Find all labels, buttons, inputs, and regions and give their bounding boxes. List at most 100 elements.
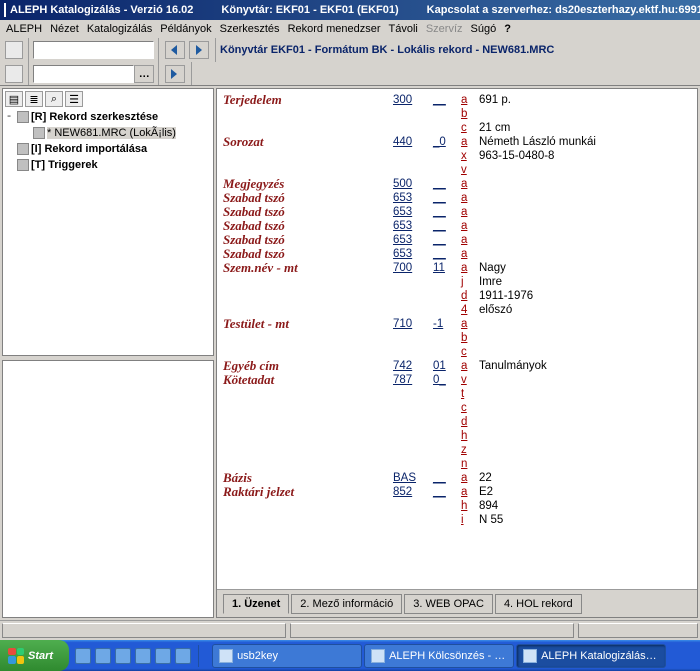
field-value[interactable]: 691 p.	[479, 93, 691, 107]
field-indicator[interactable]: __	[433, 191, 461, 205]
field-indicator[interactable]: __	[433, 219, 461, 233]
field-tag[interactable]: 653	[393, 205, 433, 219]
field-indicator[interactable]	[433, 331, 461, 345]
menu-help-item[interactable]: ?	[504, 23, 511, 35]
field-value[interactable]	[479, 317, 691, 331]
field-subfield[interactable]: a	[461, 247, 479, 261]
field-tag[interactable]	[393, 345, 433, 359]
field-tag[interactable]	[393, 303, 433, 317]
field-indicator[interactable]	[433, 401, 461, 415]
taskbar-task[interactable]: usb2key	[212, 644, 362, 668]
field-value[interactable]: 21 cm	[479, 121, 691, 135]
field-tag[interactable]	[393, 387, 433, 401]
record-row[interactable]: h894	[223, 499, 691, 513]
field-value[interactable]	[479, 163, 691, 177]
record-row[interactable]: jImre	[223, 275, 691, 289]
field-value[interactable]: Tanulmányok	[479, 359, 691, 373]
field-tag[interactable]	[393, 499, 433, 513]
field-tag[interactable]	[393, 457, 433, 471]
record-area[interactable]: Terjedelem300__a691 p.bc21 cmSorozat440_…	[217, 89, 697, 589]
menu-nezet-item[interactable]: Nézet	[50, 23, 79, 35]
field-subfield[interactable]: x	[461, 149, 479, 163]
tree-node[interactable]: [I] Rekord importálása	[3, 141, 213, 157]
record-row[interactable]: b	[223, 331, 691, 345]
record-row[interactable]: n	[223, 457, 691, 471]
tree-tool-3[interactable]: ⌕	[45, 91, 63, 107]
ql-icon-5[interactable]	[155, 648, 171, 664]
field-value[interactable]	[479, 219, 691, 233]
field-value[interactable]: 963-15-0480-8	[479, 149, 691, 163]
field-value[interactable]: 22	[479, 471, 691, 485]
quick-input-1[interactable]	[34, 42, 153, 58]
field-subfield[interactable]: a	[461, 471, 479, 485]
record-row[interactable]: Szabad tszó653__a	[223, 233, 691, 247]
record-row[interactable]: c	[223, 401, 691, 415]
quick-input-2[interactable]	[34, 66, 133, 82]
tool-blank-2[interactable]	[5, 65, 23, 83]
field-value[interactable]: előszó	[479, 303, 691, 317]
field-subfield[interactable]: a	[461, 177, 479, 191]
field-tag[interactable]: 653	[393, 233, 433, 247]
field-indicator[interactable]	[433, 121, 461, 135]
field-subfield[interactable]: a	[461, 191, 479, 205]
record-row[interactable]: b	[223, 107, 691, 121]
field-indicator[interactable]: __	[433, 205, 461, 219]
field-value[interactable]	[479, 177, 691, 191]
field-value[interactable]: 894	[479, 499, 691, 513]
record-row[interactable]: x963-15-0480-8	[223, 149, 691, 163]
field-indicator[interactable]	[433, 443, 461, 457]
field-tag[interactable]	[393, 331, 433, 345]
tab-uzenet[interactable]: 1. Üzenet	[223, 594, 289, 614]
field-value[interactable]	[479, 401, 691, 415]
field-value[interactable]	[479, 429, 691, 443]
record-row[interactable]: Testület - mt710-1a	[223, 317, 691, 331]
field-subfield[interactable]: i	[461, 513, 479, 527]
field-tag[interactable]	[393, 401, 433, 415]
tab-hol-rekord[interactable]: 4. HOL rekord	[495, 594, 582, 614]
field-tag[interactable]: 787	[393, 373, 433, 387]
field-tag[interactable]	[393, 289, 433, 303]
field-tag[interactable]: 653	[393, 219, 433, 233]
field-subfield[interactable]: a	[461, 317, 479, 331]
field-subfield[interactable]: a	[461, 205, 479, 219]
ql-icon-3[interactable]	[115, 648, 131, 664]
field-value[interactable]: Nagy	[479, 261, 691, 275]
tree-node[interactable]: * NEW681.MRC (LokÃ¡lis)	[3, 125, 213, 141]
record-row[interactable]: c	[223, 345, 691, 359]
field-value[interactable]	[479, 107, 691, 121]
field-indicator[interactable]	[433, 387, 461, 401]
field-indicator[interactable]: __	[433, 233, 461, 247]
ql-icon-4[interactable]	[135, 648, 151, 664]
record-row[interactable]: t	[223, 387, 691, 401]
menu-peldanyok-item[interactable]: Példányok	[160, 23, 211, 35]
tree-tool-4[interactable]: ☰	[65, 91, 83, 107]
field-value[interactable]: Imre	[479, 275, 691, 289]
field-tag[interactable]: 700	[393, 261, 433, 275]
record-row[interactable]: Egyéb cím74201aTanulmányok	[223, 359, 691, 373]
ql-icon-2[interactable]	[95, 648, 111, 664]
tool-blank-1[interactable]	[5, 41, 23, 59]
menu-katalogizalas-item[interactable]: Katalogizálás	[87, 23, 152, 35]
record-row[interactable]: Raktári jelzet852__aE2	[223, 485, 691, 499]
field-indicator[interactable]	[433, 415, 461, 429]
field-indicator[interactable]	[433, 457, 461, 471]
field-subfield[interactable]: z	[461, 443, 479, 457]
field-indicator[interactable]: __	[433, 485, 461, 499]
field-tag[interactable]: BAS	[393, 471, 433, 485]
field-tag[interactable]: 500	[393, 177, 433, 191]
tree-node[interactable]: [T] Triggerek	[3, 157, 213, 173]
record-row[interactable]: Szabad tszó653__a	[223, 191, 691, 205]
field-indicator[interactable]	[433, 107, 461, 121]
field-subfield[interactable]: c	[461, 401, 479, 415]
record-row[interactable]: d1911-1976	[223, 289, 691, 303]
field-indicator[interactable]: __	[433, 471, 461, 485]
record-row[interactable]: BázisBAS__a22	[223, 471, 691, 485]
field-subfield[interactable]: h	[461, 499, 479, 513]
field-indicator[interactable]	[433, 149, 461, 163]
menu-szerviz-item[interactable]: Szervíz	[426, 23, 463, 35]
field-value[interactable]	[479, 345, 691, 359]
field-indicator[interactable]: __	[433, 247, 461, 261]
tree-tool-2[interactable]: ≣	[25, 91, 43, 107]
field-indicator[interactable]: -1	[433, 317, 461, 331]
record-row[interactable]: h	[223, 429, 691, 443]
